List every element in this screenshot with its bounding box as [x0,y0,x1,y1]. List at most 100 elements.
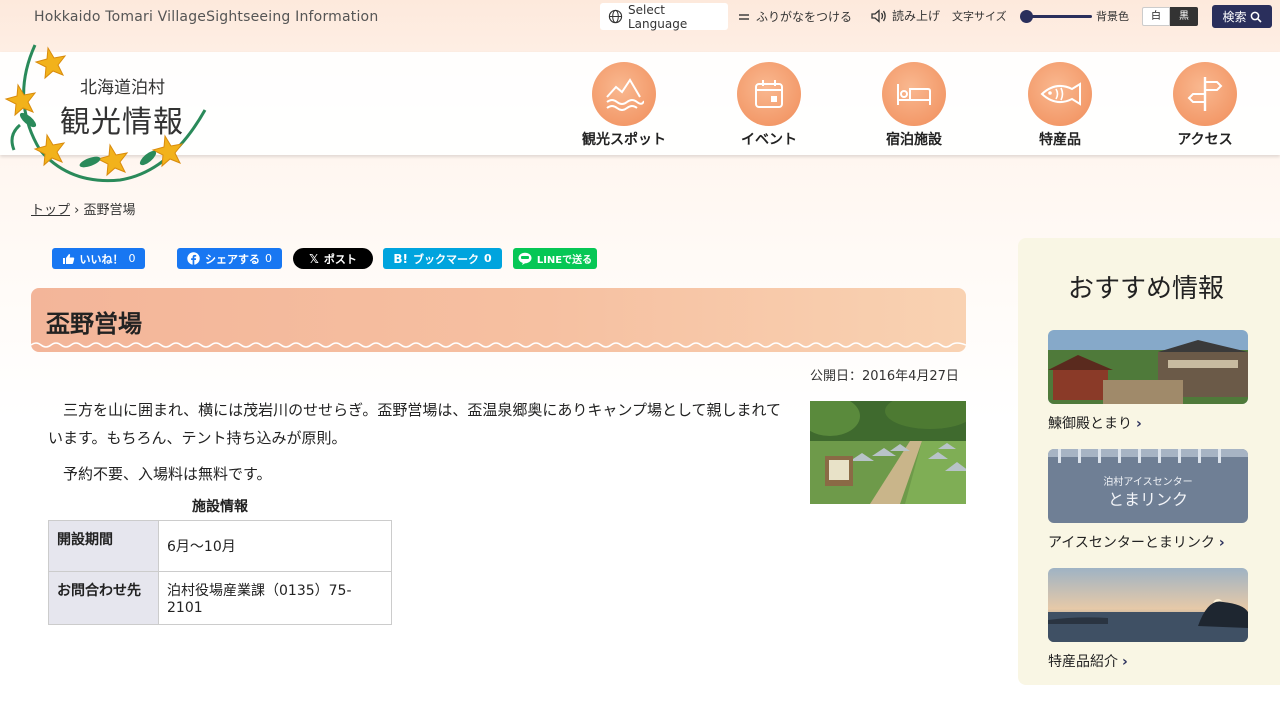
hatena-label: ブックマーク [412,252,479,266]
signpost-icon [1187,77,1223,111]
article-body: 三方を山に囲まれ、横には茂岩川のせせらぎ。盃野営場は、盃温泉郷奥にありキャンプ場… [48,396,783,496]
chevron-right-icon: › [1122,654,1128,670]
speaker-icon [871,8,886,23]
hatena-b-icon: B! [393,251,408,266]
read-aloud-label: 読み上げ [892,9,941,23]
nav-accommodation[interactable]: 宿泊施設 [872,62,956,149]
read-aloud-button[interactable]: 読み上げ [870,7,940,24]
site-subtitle: Hokkaido Tomari VillageSightseeing Infor… [34,9,379,25]
font-size-label: 文字サイズ [952,10,1007,23]
table-cell: 6月～10月 [158,520,392,572]
nav-sightseeing-spots[interactable]: 観光スポット [582,62,666,149]
font-size-slider[interactable] [1020,10,1092,23]
x-logo-icon: 𝕏 [309,251,319,266]
bed-icon [897,84,931,105]
page-title-bar: 盃野営場 [31,288,966,352]
ice-center-sign-photo: 泊村アイスセンター とまリンク [1048,449,1248,523]
facebook-icon [187,252,200,265]
recommended-item-label: アイスセンターとまリンク [1048,535,1215,551]
recommended-item-caption: アイスセンターとまリンク › [1048,532,1248,552]
sign-small-text: 泊村アイスセンター [1103,475,1192,488]
line-logo-icon [518,252,532,265]
search-button[interactable]: 検索 [1212,5,1272,28]
mountain-wave-icon [606,78,644,111]
breadcrumb-home-link[interactable]: トップ [31,203,70,218]
recommended-item[interactable]: 特産品紹介 › [1048,568,1248,671]
recommended-item-label: 特産品紹介 [1048,654,1118,670]
table-row: お問合わせ先 泊村役場産業課（0135）75-2101 [48,571,392,625]
menu-lines-icon [739,13,749,20]
furigana-label: ふりがなをつける [756,10,853,24]
search-icon [1250,11,1262,23]
x-post-button[interactable]: 𝕏 ポスト [293,248,373,269]
share-count: 0 [265,252,272,265]
nav-specialty-products[interactable]: 特産品 [1018,62,1102,149]
logo-village-name: 北海道泊村 [80,78,165,98]
breadcrumb-separator: › [74,203,80,218]
chevron-right-icon: › [1218,535,1225,551]
recommended-item[interactable]: 鰊御殿とまり › [1048,330,1248,433]
nav-icon-circle [882,62,946,126]
nav-icon-circle [737,62,801,126]
thumbs-up-icon [62,253,74,264]
recommended-item-caption: 特産品紹介 › [1048,651,1248,671]
globe-icon [608,9,623,24]
recommended-item-label: 鰊御殿とまり [1048,416,1132,432]
nav-icon-circle [1173,62,1237,126]
facility-info-caption: 施設情報 [192,499,248,515]
table-row: 開設期間 6月～10月 [48,520,392,572]
select-language-label: Select Language [627,2,688,31]
like-count: 0 [128,252,136,265]
share-label: シェアする [205,252,260,266]
nav-access[interactable]: アクセス [1163,62,1247,149]
breadcrumb-current: 盃野営場 [83,203,136,218]
nav-icon-circle [592,62,656,126]
slider-thumb[interactable] [1020,10,1033,23]
table-header-cell: お問合わせ先 [48,571,159,625]
hatena-bookmark-button[interactable]: B! ブックマーク 0 [383,248,502,269]
calendar-icon [755,80,783,108]
nav-label: 観光スポット [582,132,666,148]
nav-label: イベント [741,132,797,148]
nav-icon-circle [1028,62,1092,126]
slider-track [1024,15,1092,18]
facebook-share-button[interactable]: シェアする 0 [177,248,282,269]
campsite-photo [810,401,966,504]
nav-label: 宿泊施設 [886,132,942,148]
sunset-sea-photo [1048,568,1248,642]
recommended-sidebar: おすすめ情報 鰊御殿とまり › 泊村アイスセンター とまリンク アイスセンターと… [1018,238,1280,685]
logo-title: 観光情報 [60,105,184,140]
page-title: 盃野営場 [46,310,142,338]
nav-label: 特産品 [1039,132,1081,148]
breadcrumb: トップ › 盃野営場 [31,199,136,218]
facility-info-table: 開設期間 6月～10月 お問合わせ先 泊村役場産業課（0135）75-2101 [48,520,392,625]
table-header-cell: 開設期間 [48,520,159,572]
background-color-label: 背景色 [1096,10,1129,23]
chevron-right-icon: › [1136,416,1142,432]
recommended-item-caption: 鰊御殿とまり › [1048,413,1248,433]
article-paragraph: 三方を山に囲まれ、横には茂岩川のせせらぎ。盃野営場は、盃温泉郷奥にありキャンプ場… [48,401,782,447]
bg-white-button[interactable]: 白 [1142,7,1170,26]
furigana-button[interactable]: ふりがなをつける [738,8,852,25]
bg-black-button[interactable]: 黒 [1170,7,1198,26]
nav-label: アクセス [1177,132,1233,148]
article-paragraph: 予約不要、入場料は無料です。 [63,465,272,483]
utility-bar: Hokkaido Tomari VillageSightseeing Infor… [0,0,1280,36]
fish-icon [1040,82,1081,106]
like-label: いいね！ [79,252,124,266]
table-cell: 泊村役場産業課（0135）75-2101 [158,571,392,625]
wavy-divider-icon [31,342,966,348]
hatena-count: 0 [483,252,492,265]
line-send-button[interactable]: LINEで送る [513,248,597,269]
facebook-like-button[interactable]: いいね！ 0 [52,248,145,269]
sidebar-heading: おすすめ情報 [1068,274,1225,304]
select-language-button[interactable]: Select Language [600,2,728,31]
herring-mansion-photo [1048,330,1248,404]
sign-big-text: とまリンク [1108,490,1188,509]
line-label: LINEで送る [536,255,593,266]
recommended-item[interactable]: 泊村アイスセンター とまリンク アイスセンターとまリンク › [1048,449,1248,552]
nav-events[interactable]: イベント [727,62,811,149]
published-date: 公開日：2016年4月27日 [810,369,959,384]
search-label: 検索 [1222,10,1247,24]
x-post-label: ポスト [323,252,357,266]
